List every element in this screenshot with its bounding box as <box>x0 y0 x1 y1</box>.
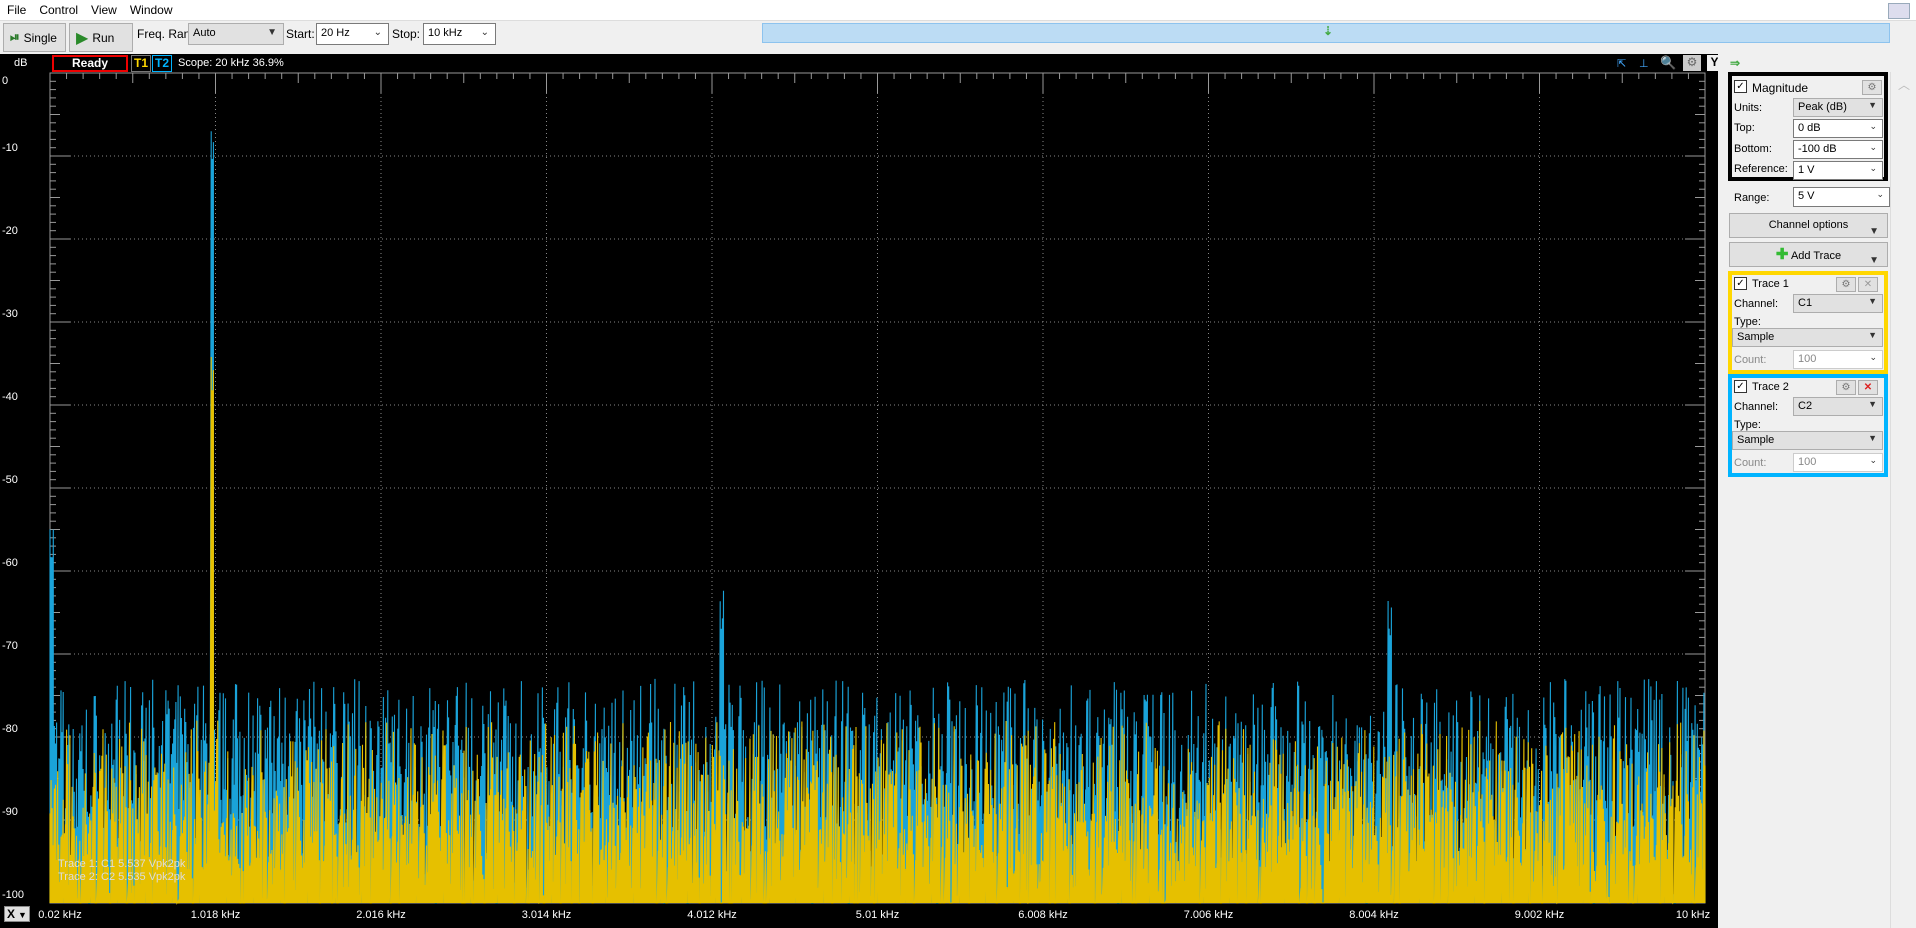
type-label: Type: <box>1734 419 1761 431</box>
channel-options-button[interactable]: Channel options ▼ <box>1729 213 1888 238</box>
bottom-select[interactable]: -100 dB ⌄ <box>1793 140 1883 159</box>
channel-label: Channel: <box>1734 298 1779 310</box>
range-select[interactable]: 5 V ⌄ <box>1793 187 1890 207</box>
y-tick-label: -100 <box>2 889 25 901</box>
trace1-checkbox[interactable]: ✓ <box>1734 277 1747 290</box>
x-tick-label: 9.002 kHz <box>1514 909 1565 921</box>
caret-down-icon: ▼ <box>1868 100 1877 110</box>
trace1-gear-icon[interactable]: ⚙ <box>1836 277 1856 292</box>
channel-label: Channel: <box>1734 401 1779 413</box>
caret-down-icon: ▼ <box>1869 255 1879 266</box>
top-select[interactable]: 0 dB ⌄ <box>1793 119 1883 138</box>
y-tick-label: -30 <box>2 308 18 320</box>
reference-label: Reference: <box>1734 163 1788 175</box>
trace1-readout: Trace 1: C1 5.537 Vpk2pk <box>58 858 186 870</box>
chevron-down-icon: ⌄ <box>1869 142 1877 152</box>
trace1-group: ✓ Trace 1 ⚙ ✕ Channel: C1 ▼ Type: Sample ▼… <box>1728 271 1888 374</box>
x-tick-label: 0.02 kHz <box>38 909 82 921</box>
x-tick-label: 7.006 kHz <box>1183 909 1234 921</box>
add-trace-button[interactable]: ✚ Add Trace ▼ <box>1729 242 1888 267</box>
type-label: Type: <box>1734 316 1761 328</box>
scroll-up-icon[interactable]: ︿ <box>1898 76 1910 93</box>
trace2-checkbox[interactable]: ✓ <box>1734 380 1747 393</box>
plus-icon: ✚ <box>1775 246 1789 263</box>
trace1-channel-select[interactable]: C1 ▼ <box>1793 294 1883 313</box>
count-label: Count: <box>1734 354 1767 366</box>
x-tick-label: 4.012 kHz <box>687 909 737 921</box>
caret-down-icon: ▼ <box>1869 226 1879 237</box>
y-tick-label: -80 <box>2 723 18 735</box>
chevron-down-icon: ⌄ <box>1869 121 1877 131</box>
window-restore-icon[interactable] <box>1888 3 1910 19</box>
magnitude-checkbox[interactable]: ✓ <box>1734 80 1747 93</box>
y-tick-label: -70 <box>2 640 18 652</box>
bottom-label: Bottom: <box>1734 143 1772 155</box>
y-tick-label: -10 <box>2 142 18 154</box>
x-tick-label: 2.016 kHz <box>356 909 406 921</box>
trace1-title: Trace 1 <box>1752 278 1789 290</box>
collapse-arrow-icon[interactable]: ⇒ <box>1730 56 1740 70</box>
x-tick-label: 6.008 kHz <box>1018 909 1068 921</box>
magnitude-group: ✓ Magnitude ⚙ Units: Peak (dB) ▼ Top: 0 d… <box>1728 72 1888 181</box>
trace2-close-icon[interactable]: ✕ <box>1858 380 1878 395</box>
units-label: Units: <box>1734 102 1763 114</box>
chevron-down-icon: ⌄ <box>1869 352 1877 362</box>
y-tick-label: 0 <box>2 75 9 87</box>
trace2-readout: Trace 2: C2 5.535 Vpk2pk <box>58 871 186 883</box>
y-tick-label: -20 <box>2 225 18 237</box>
count-label: Count: <box>1734 457 1767 469</box>
y-tick-label: -50 <box>2 474 18 486</box>
chevron-down-icon: ⌄ <box>1869 455 1877 465</box>
caret-down-icon: ▼ <box>1868 399 1877 409</box>
magnitude-title: Magnitude <box>1752 81 1809 95</box>
x-tick-label: 5.01 kHz <box>855 909 900 921</box>
trace2-title: Trace 2 <box>1752 381 1789 393</box>
x-tick-label: 10 kHz <box>1675 909 1711 921</box>
chevron-down-icon: ⌄ <box>1876 189 1884 199</box>
trace1-count-input: 100 ⌄ <box>1793 350 1883 369</box>
caret-down-icon: ▼ <box>18 910 27 920</box>
trace1-type-select[interactable]: Sample ▼ <box>1732 328 1883 347</box>
caret-down-icon: ▼ <box>1868 330 1877 340</box>
units-select[interactable]: Peak (dB) ▼ <box>1793 98 1883 117</box>
trace2-channel-select[interactable]: C2 ▼ <box>1793 397 1883 416</box>
side-panel <box>1718 54 1890 928</box>
y-tick-label: -90 <box>2 806 18 818</box>
range-label: Range: <box>1734 192 1770 204</box>
magnitude-gear-icon[interactable]: ⚙ <box>1862 80 1882 95</box>
y-tick-label: -40 <box>2 391 18 403</box>
x-axis-button[interactable]: X ▼ <box>4 906 30 922</box>
trace2-type-select[interactable]: Sample ▼ <box>1732 431 1883 450</box>
y-tick-label: -60 <box>2 557 18 569</box>
trace2-gear-icon[interactable]: ⚙ <box>1836 380 1856 395</box>
panel-scrollbar[interactable]: ︿ <box>1890 72 1916 928</box>
trace2-count-input: 100 ⌄ <box>1793 453 1883 472</box>
caret-down-icon: ▼ <box>1868 433 1877 443</box>
trace2-group: ✓ Trace 2 ⚙ ✕ Channel: C2 ▼ Type: Sample ▼… <box>1728 374 1888 477</box>
trace1-close-icon: ✕ <box>1858 277 1878 292</box>
spectrum-plot <box>49 72 1706 906</box>
x-tick-label: 3.014 kHz <box>521 909 572 921</box>
chevron-down-icon: ⌄ <box>1869 163 1877 173</box>
x-tick-label: 8.004 kHz <box>1349 909 1399 921</box>
top-label: Top: <box>1734 122 1755 134</box>
x-tick-label: 1.018 kHz <box>190 909 241 921</box>
reference-select[interactable]: 1 V ⌄ <box>1793 161 1883 180</box>
caret-down-icon: ▼ <box>1868 296 1877 306</box>
